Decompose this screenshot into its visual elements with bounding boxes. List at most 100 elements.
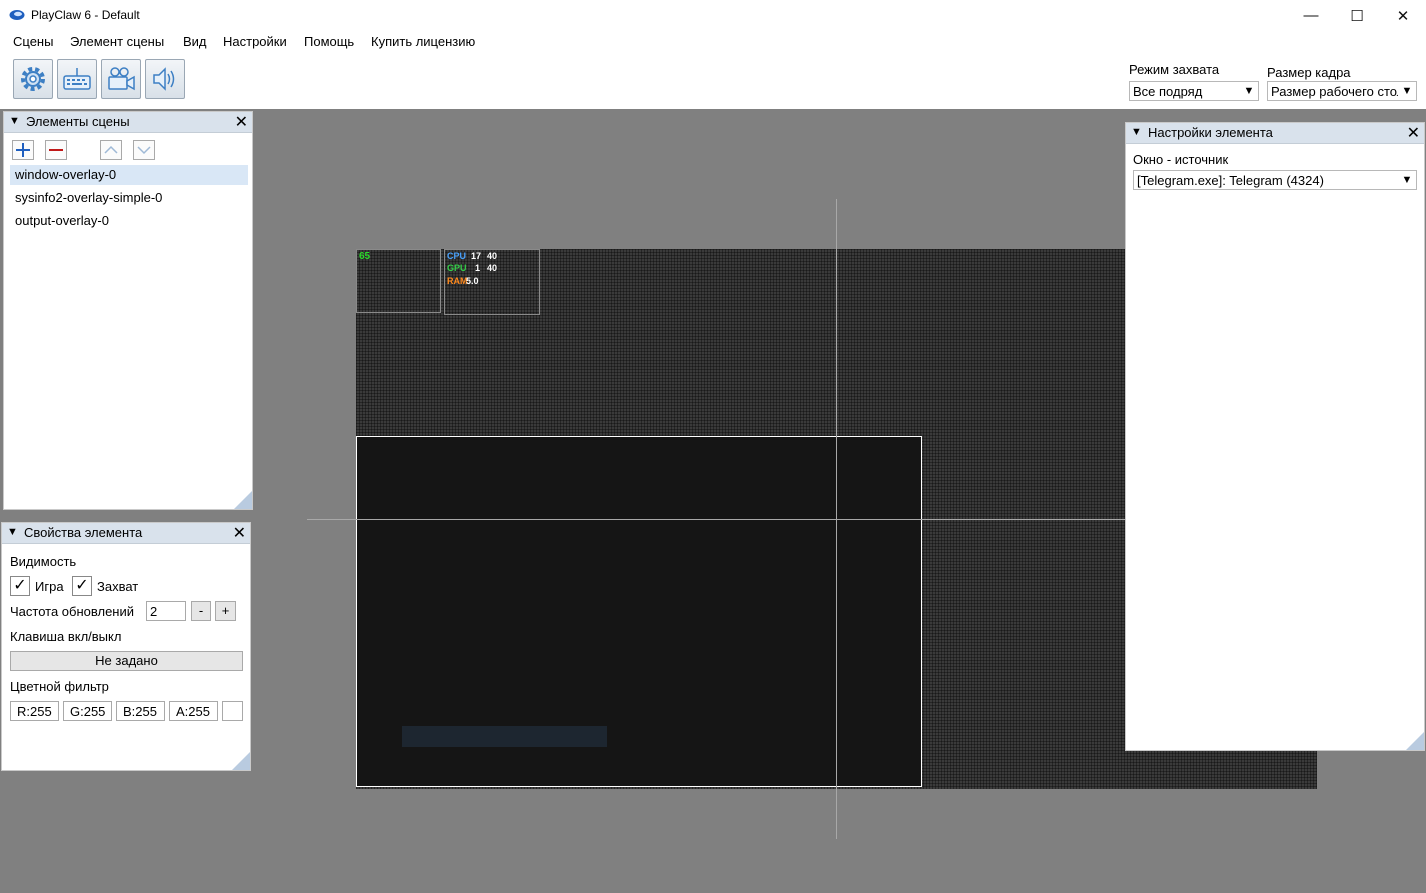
green-channel-value: G:255 — [70, 704, 106, 719]
speaker-icon — [153, 67, 175, 91]
capture-mode-label: Режим захвата — [1129, 62, 1220, 77]
menu-view[interactable]: Вид — [183, 34, 207, 49]
fps-value: 65 — [359, 251, 371, 262]
refresh-rate-value: 2 — [150, 604, 158, 619]
red-channel-input[interactable]: R:255 — [10, 701, 59, 721]
arrow-down-icon — [137, 146, 151, 155]
resize-grip-icon[interactable] — [1406, 732, 1424, 750]
element-settings-header: ▼ Настройки элемента ✕ — [1126, 123, 1424, 144]
checkmark-icon: ✓ — [13, 577, 27, 594]
list-item-label: sysinfo2-overlay-simple-0 — [15, 190, 163, 205]
frame-size-value: Размер рабочего стола — [1271, 84, 1412, 99]
collapse-triangle-icon[interactable]: ▼ — [1131, 126, 1142, 138]
window-title: PlayClaw 6 - Default — [31, 8, 140, 22]
move-down-button[interactable] — [133, 140, 155, 160]
scene-elements-title: Элементы сцены — [26, 114, 130, 129]
checkmark-icon: ✓ — [75, 577, 89, 594]
element-properties-title: Свойства элемента — [24, 525, 143, 540]
alpha-channel-value: A:255 — [176, 704, 210, 719]
close-icon[interactable]: ✕ — [1407, 123, 1420, 143]
camera-icon — [108, 67, 135, 91]
scene-elements-panel: ▼ Элементы сцены ✕ window-overlay-0 sysi… — [3, 111, 253, 510]
collapse-triangle-icon[interactable]: ▼ — [7, 526, 18, 538]
keyboard-icon — [63, 68, 91, 90]
frame-size-select[interactable]: Размер рабочего стола ▼ — [1267, 81, 1417, 101]
capture-mode-value: Все подряд — [1133, 84, 1203, 99]
game-checkbox-label: Игра — [35, 579, 64, 594]
window-overlay-preview[interactable] — [356, 436, 922, 787]
plus-icon — [16, 143, 30, 157]
list-item[interactable]: sysinfo2-overlay-simple-0 — [10, 188, 248, 208]
game-checkbox[interactable]: ✓ — [10, 576, 30, 596]
chevron-down-icon: ▼ — [1398, 171, 1416, 189]
capture-checkbox[interactable]: ✓ — [72, 576, 92, 596]
source-window-select[interactable]: [Telegram.exe]: Telegram (4324) ▼ — [1133, 170, 1417, 190]
maximize-button[interactable]: ☐ — [1334, 0, 1380, 31]
toolbar: Режим захвата Все подряд ▼ Размер кадра … — [0, 53, 1426, 109]
list-item-label: output-overlay-0 — [15, 213, 109, 228]
list-item[interactable]: window-overlay-0 — [10, 165, 248, 185]
blue-channel-input[interactable]: B:255 — [116, 701, 165, 721]
minimize-button[interactable]: — — [1288, 0, 1334, 31]
hotkey-label: Клавиша вкл/выкл — [10, 629, 122, 644]
add-element-button[interactable] — [12, 140, 34, 160]
refresh-rate-label: Частота обновлений — [10, 604, 135, 619]
source-window-value: [Telegram.exe]: Telegram (4324) — [1137, 173, 1324, 188]
resize-grip-icon[interactable] — [232, 752, 250, 770]
hotkey-button[interactable]: Не задано — [10, 651, 243, 671]
video-tool-button[interactable] — [101, 59, 141, 99]
sysinfo-overlay-box[interactable]: CPU 17 40 GPU 1 40 RAM 5.0 — [444, 249, 540, 315]
refresh-increment-button[interactable]: + — [215, 601, 236, 621]
close-icon[interactable]: ✕ — [235, 112, 248, 132]
playclaw-logo-icon — [9, 8, 25, 22]
gpu-label: GPU — [447, 263, 467, 273]
menu-buy-license[interactable]: Купить лицензию — [371, 34, 475, 49]
green-channel-input[interactable]: G:255 — [63, 701, 112, 721]
chevron-down-icon: ▼ — [1398, 82, 1416, 100]
ram-value: 5.0 — [466, 276, 479, 286]
gpu-load: 1 — [475, 263, 481, 273]
menu-settings[interactable]: Настройки — [223, 34, 287, 49]
cpu-temp: 40 — [487, 251, 498, 261]
menu-help[interactable]: Помощь — [304, 34, 354, 49]
arrow-up-icon — [104, 145, 118, 154]
alpha-channel-input[interactable]: A:255 — [169, 701, 218, 721]
menu-bar: Сцены Элемент сцены Вид Настройки Помощь… — [0, 31, 1426, 54]
visibility-label: Видимость — [10, 554, 77, 569]
settings-tool-button[interactable] — [13, 59, 53, 99]
title-bar: PlayClaw 6 - Default — ☐ ✕ — [0, 0, 1426, 31]
remove-element-button[interactable] — [45, 140, 67, 160]
list-item-label: window-overlay-0 — [15, 167, 117, 182]
hotkeys-tool-button[interactable] — [57, 59, 97, 99]
color-swatch[interactable] — [222, 701, 243, 721]
gear-icon — [21, 67, 45, 91]
element-properties-panel: ▼ Свойства элемента ✕ Видимость ✓ Игра ✓… — [1, 522, 251, 771]
capture-mode-select[interactable]: Все подряд ▼ — [1129, 81, 1259, 101]
collapse-triangle-icon[interactable]: ▼ — [9, 115, 20, 127]
horizontal-guide — [307, 519, 1127, 520]
menu-scenes[interactable]: Сцены — [13, 34, 53, 49]
audio-tool-button[interactable] — [145, 59, 185, 99]
ram-label: RAM — [447, 276, 468, 286]
overlay-dim-bar — [402, 726, 607, 747]
close-icon[interactable]: ✕ — [233, 523, 246, 543]
element-properties-header: ▼ Свойства элемента ✕ — [2, 523, 250, 544]
source-window-label: Окно - источник — [1133, 152, 1229, 167]
scene-elements-header: ▼ Элементы сцены ✕ — [4, 112, 252, 133]
chevron-down-icon: ▼ — [1240, 82, 1258, 100]
cpu-load: 17 — [471, 251, 482, 261]
element-settings-panel: ▼ Настройки элемента ✕ Окно - источник [… — [1125, 122, 1425, 751]
color-filter-label: Цветной фильтр — [10, 679, 109, 694]
close-button[interactable]: ✕ — [1380, 0, 1426, 31]
refresh-rate-input[interactable]: 2 — [146, 601, 186, 621]
capture-checkbox-label: Захват — [97, 579, 139, 594]
move-up-button[interactable] — [100, 140, 122, 160]
menu-scene-element[interactable]: Элемент сцены — [70, 34, 164, 49]
list-item[interactable]: output-overlay-0 — [10, 211, 248, 231]
refresh-decrement-button[interactable]: - — [191, 601, 211, 621]
fps-overlay-box[interactable]: 65 — [356, 249, 441, 313]
red-channel-value: R:255 — [17, 704, 52, 719]
cpu-label: CPU — [447, 251, 467, 261]
element-settings-title: Настройки элемента — [1148, 125, 1273, 140]
resize-grip-icon[interactable] — [234, 491, 252, 509]
